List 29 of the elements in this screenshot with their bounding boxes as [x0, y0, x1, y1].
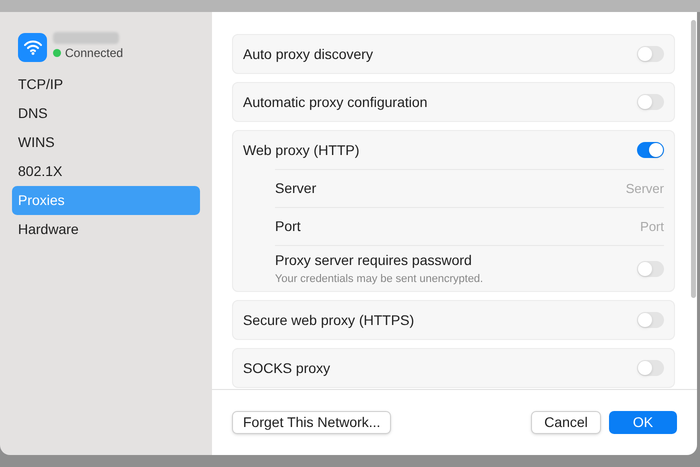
sidebar-item[interactable]: TCP/IP — [12, 70, 200, 99]
toggle-switch[interactable] — [637, 360, 664, 376]
forget-network-button[interactable]: Forget This Network... — [232, 411, 392, 434]
toggle-switch[interactable] — [637, 142, 664, 158]
input-field[interactable]: Port — [544, 216, 664, 236]
sidebar-item[interactable]: Hardware — [12, 215, 200, 244]
toggle-switch[interactable] — [637, 94, 664, 110]
sidebar-item[interactable]: WINS — [12, 128, 200, 157]
setting-note: Your credentials may be sent unencrypted. — [275, 272, 484, 287]
cancel-button[interactable]: Cancel — [531, 411, 601, 434]
setting-label: Auto proxy discovery — [243, 44, 374, 64]
setting-label: Proxy server requires password — [275, 250, 473, 270]
scrollbar-thumb[interactable] — [690, 20, 696, 298]
toggle-switch[interactable] — [637, 260, 664, 276]
setting-label: SOCKS proxy — [243, 358, 332, 378]
status-text: Connected — [65, 45, 124, 62]
sidebar-item[interactable]: 802.1X — [12, 157, 200, 186]
wifi-icon — [18, 32, 47, 62]
sidebar-item[interactable]: DNS — [12, 99, 200, 128]
input-field[interactable]: Server — [544, 178, 664, 198]
setting-label: Web proxy (HTTP) — [243, 140, 360, 160]
setting-label: Secure web proxy (HTTPS) — [243, 310, 416, 330]
setting-label: Port — [275, 217, 302, 236]
redacted-name — [53, 32, 119, 44]
ok-button[interactable]: OK — [609, 411, 677, 434]
toggle-switch[interactable] — [637, 46, 664, 62]
setting-label: Automatic proxy configuration — [243, 92, 428, 112]
toggle-switch[interactable] — [637, 312, 664, 328]
setting-label: Server — [275, 179, 318, 198]
